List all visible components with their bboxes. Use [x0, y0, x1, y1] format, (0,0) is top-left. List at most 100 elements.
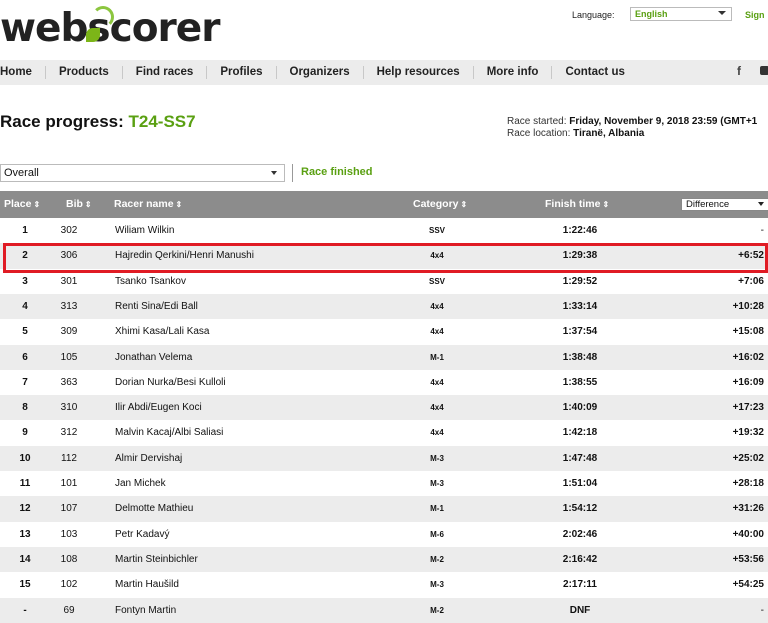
- cell-name[interactable]: Jan Michek: [115, 471, 166, 496]
- cell-finish: 1:38:55: [562, 376, 598, 388]
- table-row[interactable]: 5 309 Xhimi Kasa/Lali Kasa 4x4 1:37:54 +15:08: [0, 319, 768, 344]
- table-row[interactable]: 1 302 Wiliam Wilkin SSV 1:22:46 -: [0, 218, 768, 243]
- cell-bib: 108: [60, 553, 78, 565]
- table-row[interactable]: 9 312 Malvin Kacaj/Albi Saliasi 4x4 1:42:18 +…: [0, 420, 768, 445]
- column-category[interactable]: Category ⇕: [413, 191, 467, 218]
- chevron-down-icon: [718, 11, 726, 15]
- cell-place: 8: [22, 402, 28, 414]
- cell-name[interactable]: Fontyn Martin: [115, 598, 176, 623]
- nav-more-info[interactable]: More info: [474, 66, 553, 79]
- column-bib[interactable]: Bib ⇕: [66, 191, 92, 218]
- category-filter-select[interactable]: Overall: [0, 164, 285, 182]
- chevron-down-icon: [271, 171, 277, 175]
- cell-name[interactable]: Martin Haušild: [115, 572, 179, 597]
- cell-finish: 2:16:42: [562, 553, 598, 565]
- cell-bib: 103: [60, 528, 78, 540]
- cell-finish: 1:54:12: [562, 503, 598, 515]
- table-row[interactable]: - 69 Fontyn Martin M-2 DNF -: [0, 597, 768, 623]
- cell-category: M-2: [430, 605, 444, 615]
- cell-place: 9: [22, 427, 28, 439]
- cell-finish: 1:40:09: [562, 402, 598, 414]
- cell-diff: +25:02: [732, 452, 764, 464]
- nav-home[interactable]: Home: [0, 66, 46, 79]
- cell-name[interactable]: Petr Kadavý: [115, 522, 169, 547]
- nav-profiles[interactable]: Profiles: [207, 66, 277, 79]
- cell-finish: 1:47:48: [562, 452, 598, 464]
- cell-category: 4x4: [430, 327, 444, 337]
- cell-diff: +15:08: [732, 326, 764, 338]
- logo-signal-icon: [92, 6, 114, 28]
- cell-name[interactable]: Wiliam Wilkin: [115, 218, 174, 243]
- table-row[interactable]: 10 112 Almir Dervishaj M-3 1:47:48 +25:02: [0, 445, 768, 471]
- filter-value: Overall: [4, 167, 39, 179]
- nav-organizers[interactable]: Organizers: [277, 66, 364, 79]
- cell-diff: +28:18: [732, 478, 764, 489]
- nav-products[interactable]: Products: [46, 66, 123, 79]
- cell-place: 1: [22, 225, 28, 236]
- table-row[interactable]: 13 103 Petr Kadavý M-6 2:02:46 +40:00: [0, 522, 768, 547]
- cell-name[interactable]: Malvin Kacaj/Albi Saliasi: [115, 420, 223, 445]
- cell-bib: 69: [63, 604, 75, 616]
- cell-diff: +16:02: [732, 351, 764, 363]
- chevron-down-icon: [758, 202, 764, 206]
- cell-name[interactable]: Delmotte Mathieu: [115, 496, 193, 521]
- sort-icon: ⇕: [84, 200, 92, 209]
- race-started: Race started: Friday, November 9, 2018 2…: [507, 116, 757, 127]
- main-nav: Home Products Find races Profiles Organi…: [0, 60, 768, 85]
- nav-find-races[interactable]: Find races: [123, 66, 208, 79]
- cell-diff: -: [760, 225, 764, 236]
- cell-finish: 1:42:18: [562, 427, 598, 439]
- cell-bib: 101: [60, 478, 78, 489]
- language-select[interactable]: English: [630, 7, 732, 21]
- cell-category: M-3: [430, 580, 444, 590]
- column-finish-time[interactable]: Finish time ⇕: [545, 191, 609, 218]
- cell-place: 15: [19, 579, 31, 591]
- table-row[interactable]: 11 101 Jan Michek M-3 1:51:04 +28:18: [0, 471, 768, 496]
- cell-name[interactable]: Ilir Abdi/Eugen Koci: [115, 395, 202, 420]
- results-table-header: Place ⇕ Bib ⇕ Racer name ⇕ Category ⇕ Finish…: [0, 191, 768, 218]
- cell-diff: +17:23: [732, 402, 764, 414]
- cell-name[interactable]: Renti Sina/Edi Ball: [115, 294, 198, 319]
- race-location-value: Tiranë, Albania: [573, 128, 645, 139]
- table-row[interactable]: 15 102 Martin Haušild M-3 2:17:11 +54:25: [0, 572, 768, 597]
- table-row[interactable]: 12 107 Delmotte Mathieu M-1 1:54:12 +31:26: [0, 496, 768, 522]
- cell-name[interactable]: Dorian Nurka/Besi Kulloli: [115, 370, 226, 395]
- cell-place: 14: [19, 553, 31, 565]
- column-name-label: Racer name: [114, 198, 174, 210]
- cell-category: M-3: [430, 453, 444, 463]
- cell-name[interactable]: Xhimi Kasa/Lali Kasa: [115, 319, 210, 344]
- table-row[interactable]: 4 313 Renti Sina/Edi Ball 4x4 1:33:14 +10:28: [0, 293, 768, 320]
- title-prefix: Race progress:: [0, 112, 124, 131]
- cell-diff: +10:28: [732, 300, 764, 312]
- cell-category: 4x4: [430, 403, 444, 413]
- cell-place: 12: [19, 503, 31, 515]
- table-row[interactable]: 8 310 Ilir Abdi/Eugen Koci 4x4 1:40:09 +17:23: [0, 395, 768, 421]
- cell-finish: 1:38:48: [562, 351, 598, 363]
- nav-contact-us[interactable]: Contact us: [552, 66, 637, 79]
- cell-category: M-1: [430, 504, 444, 514]
- social-icon[interactable]: [760, 66, 768, 75]
- cell-bib: 112: [61, 452, 77, 464]
- facebook-icon[interactable]: f: [737, 64, 741, 78]
- cell-place: 5: [22, 326, 28, 338]
- cell-name[interactable]: Jonathan Velema: [115, 345, 192, 370]
- table-row[interactable]: 14 108 Martin Steinbichler M-2 2:16:42 +53:56: [0, 546, 768, 573]
- race-started-value: Friday, November 9, 2018 23:59 (GMT+1: [569, 116, 758, 127]
- nav-help-resources[interactable]: Help resources: [364, 66, 474, 79]
- cell-place: 4: [22, 300, 28, 312]
- cell-category: SSV: [428, 226, 445, 235]
- cell-diff: +54:25: [732, 579, 764, 591]
- cell-category: M-2: [430, 554, 444, 564]
- column-place[interactable]: Place ⇕: [4, 191, 40, 218]
- race-location-label: Race location:: [507, 128, 571, 139]
- cell-diff: -: [760, 604, 764, 616]
- table-row[interactable]: 7 363 Dorian Nurka/Besi Kulloli 4x4 1:38:55 +…: [0, 370, 768, 395]
- cell-name[interactable]: Martin Steinbichler: [115, 547, 198, 572]
- cell-name[interactable]: Almir Dervishaj: [115, 446, 182, 471]
- sign-in-link[interactable]: Sign: [745, 10, 765, 20]
- table-row[interactable]: 6 105 Jonathan Velema M-1 1:38:48 +16:02: [0, 344, 768, 370]
- race-code: T24-SS7: [128, 112, 196, 131]
- cell-diff: +40:00: [732, 528, 764, 540]
- difference-select[interactable]: Difference: [681, 198, 768, 211]
- column-racer-name[interactable]: Racer name ⇕: [114, 191, 182, 218]
